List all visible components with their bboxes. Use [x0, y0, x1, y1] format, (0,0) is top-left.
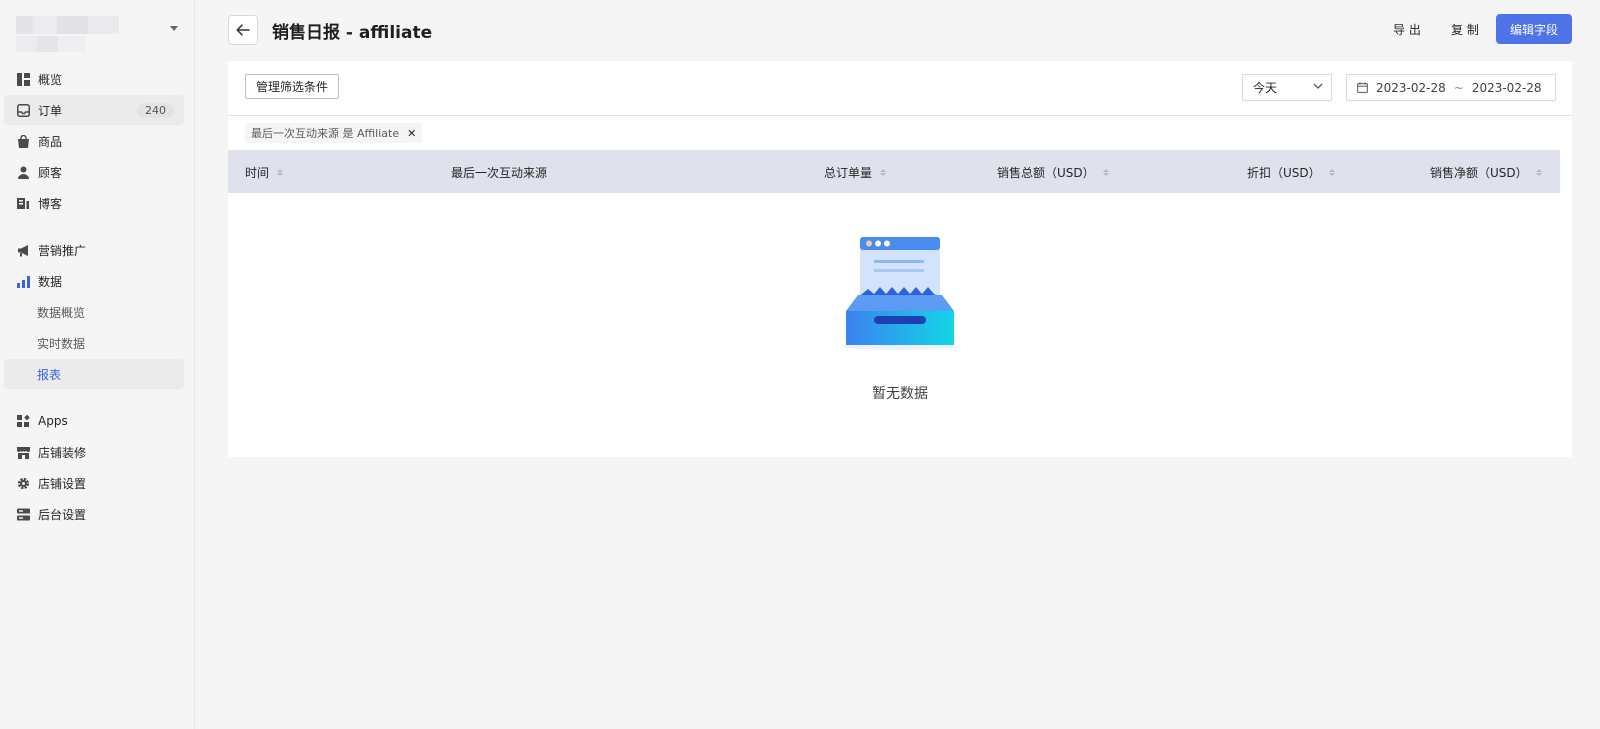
sidebar-subitem-label: 数据概览 [37, 305, 86, 320]
caret-down-icon [170, 26, 178, 31]
column-label: 时间 [245, 166, 270, 180]
column-header-net-sales[interactable]: 销售净额（USD） [1430, 164, 1542, 181]
sidebar-item-products[interactable]: 商品 [4, 126, 184, 156]
store-switcher[interactable] [16, 16, 186, 54]
sidebar-item-blog[interactable]: 博客 [4, 188, 184, 218]
sidebar-subitem-reports[interactable]: 报表 [4, 359, 184, 389]
column-header-discount[interactable]: 折扣（USD） [1247, 164, 1335, 181]
sidebar-item-admin-settings[interactable]: 后台设置 [4, 499, 184, 529]
page-title: 销售日报 - affiliate [272, 23, 433, 43]
date-start: 2023-02-28 [1376, 80, 1446, 95]
manage-filters-button[interactable]: 管理筛选条件 [245, 74, 340, 99]
column-header-gross-sales[interactable]: 销售总额（USD） [997, 164, 1109, 181]
date-range-picker[interactable]: 2023-02-28 ~ 2023-02-28 [1346, 74, 1556, 101]
megaphone-icon [16, 243, 30, 257]
bar-chart-icon [16, 274, 30, 288]
sidebar-item-label: 订单 [38, 103, 63, 118]
user-icon [16, 165, 30, 179]
sidebar-item-label: 店铺装修 [38, 445, 87, 460]
column-label: 折扣（USD） [1247, 166, 1321, 180]
arrow-left-icon [236, 24, 250, 36]
sidebar-subitem-label: 实时数据 [37, 336, 86, 351]
back-button[interactable] [228, 15, 258, 45]
dashboard-icon [16, 72, 30, 86]
sidebar-item-label: Apps [38, 414, 68, 428]
filter-tag: 最后一次互动来源 是 Affiliate ✕ [245, 123, 423, 143]
filter-tag-text: 最后一次互动来源 是 Affiliate [251, 127, 400, 140]
sidebar-item-label: 商品 [38, 134, 63, 149]
server-icon [16, 507, 30, 521]
blog-icon [16, 196, 30, 210]
table-header: 时间 最后一次互动来源 总订单量 销售总额（USD） 折扣（USD） 销售净额（… [228, 150, 1560, 193]
edit-fields-button[interactable]: 编辑字段 [1496, 14, 1572, 44]
sidebar-item-label: 营销推广 [38, 243, 87, 258]
sidebar-subitem-data-overview[interactable]: 数据概览 [4, 297, 184, 327]
chevron-down-icon [1313, 83, 1323, 89]
store-url-redacted [16, 36, 86, 52]
report-card: 管理筛选条件 今天 2023-02-28 ~ 2023-02-28 最后一次互动… [228, 61, 1572, 457]
bag-icon [16, 134, 30, 148]
sidebar: 概览 订单 240 商品 顾客 博客 营销推广 数据 数据概览 实时数据 报表 … [0, 0, 195, 729]
sidebar-item-store-settings[interactable]: 店铺设置 [4, 468, 184, 498]
column-label: 最后一次互动来源 [451, 166, 548, 180]
sidebar-subitem-label: 报表 [37, 367, 62, 382]
sidebar-item-orders[interactable]: 订单 240 [4, 95, 184, 125]
sidebar-item-label: 后台设置 [38, 507, 87, 522]
sidebar-item-label: 博客 [38, 196, 63, 211]
period-select-value: 今天 [1253, 81, 1278, 95]
inbox-icon [16, 103, 30, 117]
date-end: 2023-02-28 [1471, 80, 1542, 95]
column-label: 销售总额（USD） [997, 166, 1095, 180]
sidebar-item-label: 顾客 [38, 165, 63, 180]
sort-icon [1102, 169, 1109, 176]
sort-icon [1328, 169, 1335, 176]
sidebar-item-label: 概览 [38, 72, 63, 87]
column-header-last-touch-source: 最后一次互动来源 [451, 164, 547, 181]
orders-count-badge: 240 [137, 102, 174, 118]
sidebar-item-label: 数据 [38, 274, 63, 289]
column-label: 总订单量 [824, 166, 873, 180]
sidebar-item-overview[interactable]: 概览 [4, 64, 184, 94]
report-toolbar: 管理筛选条件 今天 2023-02-28 ~ 2023-02-28 [228, 61, 1572, 116]
sidebar-item-data[interactable]: 数据 [4, 266, 184, 296]
sidebar-item-customers[interactable]: 顾客 [4, 157, 184, 187]
period-select[interactable]: 今天 [1242, 74, 1332, 101]
empty-state-text: 暂无数据 [872, 386, 928, 402]
column-header-total-orders[interactable]: 总订单量 [824, 164, 887, 181]
sort-icon [277, 169, 284, 176]
sort-icon [1535, 169, 1542, 176]
sort-icon [880, 169, 887, 176]
sidebar-item-apps[interactable]: Apps [4, 406, 184, 436]
empty-box-illustration [842, 237, 958, 350]
apps-icon [16, 414, 30, 428]
store-name-redacted [16, 16, 119, 34]
column-header-time[interactable]: 时间 [245, 164, 284, 181]
column-label: 销售净额（USD） [1430, 166, 1528, 180]
sidebar-item-marketing[interactable]: 营销推广 [4, 235, 184, 265]
export-button[interactable]: 导 出 [1393, 21, 1421, 38]
copy-button[interactable]: 复 制 [1451, 21, 1479, 38]
store-icon [16, 445, 30, 459]
sidebar-item-label: 店铺设置 [38, 476, 87, 491]
close-icon[interactable]: ✕ [407, 127, 416, 140]
gear-icon [16, 476, 30, 490]
sidebar-subitem-realtime-data[interactable]: 实时数据 [4, 328, 184, 358]
calendar-icon [1357, 82, 1368, 93]
sidebar-item-store-design[interactable]: 店铺装修 [4, 437, 184, 467]
date-separator: ~ [1453, 80, 1464, 95]
